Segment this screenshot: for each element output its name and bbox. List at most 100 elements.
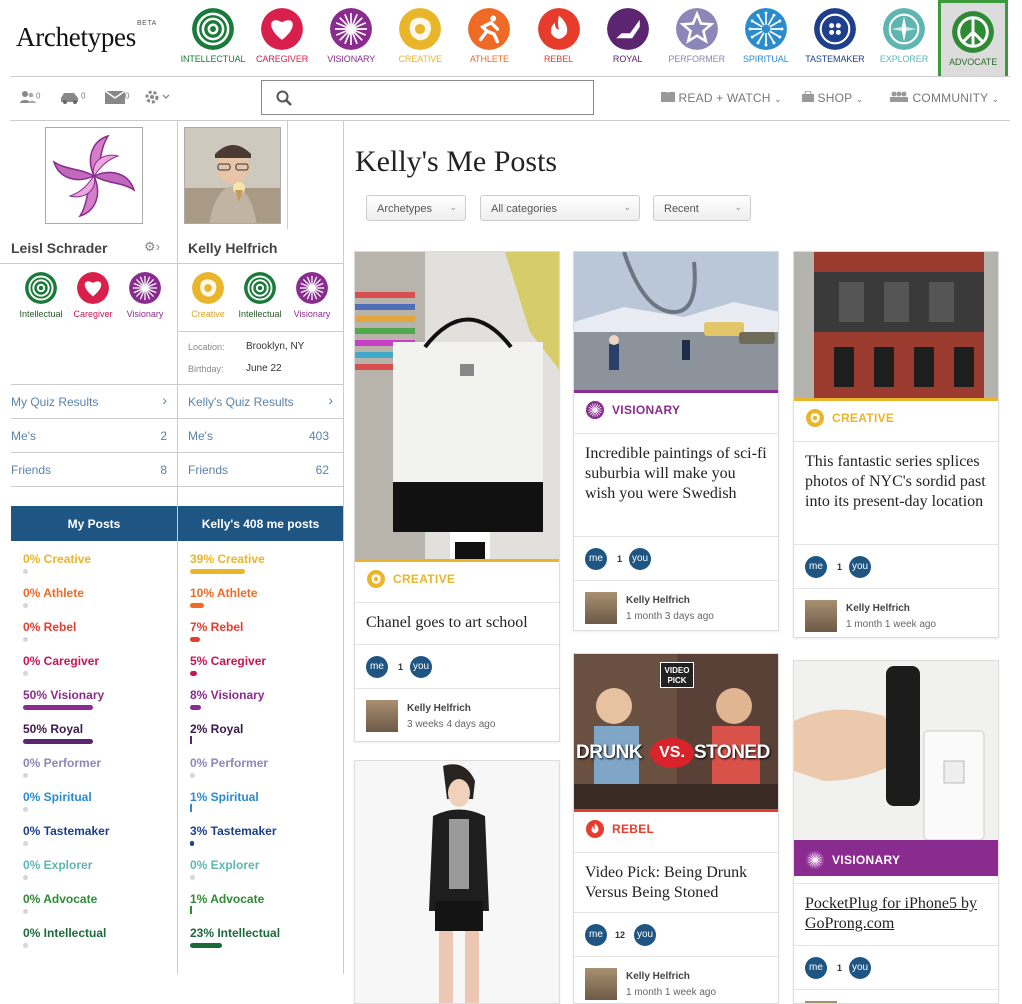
post-card[interactable]: VISIONARY PocketPlug for iPhone5 by GoPr… bbox=[793, 660, 999, 1004]
you-button[interactable]: you bbox=[634, 924, 656, 946]
archetype-royal[interactable]: ROYAL bbox=[593, 0, 663, 76]
archetype-tastemaker[interactable]: TASTEMAKER bbox=[800, 0, 870, 76]
nav-community[interactable]: COMMUNITY ⌄ bbox=[889, 91, 999, 105]
archetype-advocate[interactable]: ADVOCATE bbox=[938, 0, 1009, 76]
profile-friends-row[interactable]: Friends 62 bbox=[178, 452, 343, 486]
category-filter-dropdown[interactable]: All categories ⌄ bbox=[480, 195, 640, 221]
breakdown-label[interactable]: 0% Explorer bbox=[23, 858, 92, 872]
search-icon[interactable] bbox=[276, 90, 292, 106]
author-name[interactable]: Kelly Helfrich bbox=[626, 595, 690, 606]
breakdown-label[interactable]: 0% Caregiver bbox=[23, 654, 99, 668]
me-button[interactable]: me bbox=[585, 548, 607, 570]
breakdown-label[interactable]: 0% Athlete bbox=[23, 586, 84, 600]
breakdown-label[interactable]: 23% Intellectual bbox=[190, 926, 280, 940]
my-avatar[interactable] bbox=[45, 127, 143, 224]
my-mes-row[interactable]: Me's 2 bbox=[11, 418, 177, 452]
author-name[interactable]: Kelly Helfrich bbox=[407, 703, 471, 714]
car-icon[interactable]: 0 bbox=[59, 90, 85, 107]
breakdown-label[interactable]: 0% Intellectual bbox=[23, 926, 106, 940]
my-name[interactable]: Leisl Schrader bbox=[11, 240, 108, 256]
archetype-visionary[interactable]: VISIONARY bbox=[316, 0, 386, 76]
breakdown-label[interactable]: 0% Rebel bbox=[23, 620, 76, 634]
archetype-intellectual[interactable]: INTELLECTUAL bbox=[178, 0, 248, 76]
author-name[interactable]: Kelly Helfrich bbox=[626, 971, 690, 982]
profile-avatar[interactable] bbox=[184, 127, 281, 224]
post-category[interactable]: REBEL bbox=[574, 809, 778, 845]
me-button[interactable]: me bbox=[805, 556, 827, 578]
breakdown-label[interactable]: 5% Caregiver bbox=[190, 654, 266, 668]
post-title-text[interactable]: Video Pick: Being Drunk Versus Being Sto… bbox=[585, 864, 747, 901]
my-quiz-results-link[interactable]: My Quiz Results › bbox=[11, 384, 177, 418]
you-button[interactable]: you bbox=[410, 656, 432, 678]
post-image[interactable] bbox=[794, 252, 998, 398]
breakdown-label[interactable]: 0% Creative bbox=[23, 552, 91, 566]
search-input[interactable] bbox=[300, 87, 585, 109]
archetype-caregiver[interactable]: CAREGIVER bbox=[247, 0, 317, 76]
breakdown-label[interactable]: 3% Tastemaker bbox=[190, 824, 277, 838]
author-avatar[interactable] bbox=[585, 968, 617, 1000]
you-button[interactable]: you bbox=[849, 556, 871, 578]
creative-icon[interactable] bbox=[192, 272, 224, 304]
post-video-thumbnail[interactable]: VIDEO PICK DRUNK VS. STONED bbox=[574, 654, 778, 809]
breakdown-label[interactable]: 0% Spiritual bbox=[23, 790, 92, 804]
search-box[interactable] bbox=[261, 80, 594, 115]
post-title-text[interactable]: This fantastic series splices photos of … bbox=[805, 453, 986, 510]
me-button[interactable]: me bbox=[805, 957, 827, 979]
caregiver-icon[interactable] bbox=[77, 272, 109, 304]
breakdown-label[interactable]: 10% Athlete bbox=[190, 586, 258, 600]
post-title[interactable]: Chanel goes to art school bbox=[355, 602, 559, 644]
breakdown-label[interactable]: 2% Royal bbox=[190, 722, 243, 736]
breakdown-label[interactable]: 50% Royal bbox=[23, 722, 83, 736]
you-button[interactable]: you bbox=[849, 957, 871, 979]
archetype-athlete[interactable]: ATHLETE bbox=[454, 0, 524, 76]
post-image[interactable] bbox=[794, 661, 998, 840]
breakdown-label[interactable]: 1% Advocate bbox=[190, 892, 264, 906]
sort-dropdown[interactable]: Recent ⌄ bbox=[653, 195, 751, 221]
post-title[interactable]: This fantastic series splices photos of … bbox=[794, 441, 998, 544]
breakdown-label[interactable]: 7% Rebel bbox=[190, 620, 243, 634]
archetype-spiritual[interactable]: SPIRITUAL bbox=[731, 0, 801, 76]
profile-posts-header[interactable]: Kelly's 408 me posts bbox=[178, 506, 343, 541]
archetype-performer[interactable]: PERFORMER bbox=[662, 0, 732, 76]
breakdown-label[interactable]: 0% Explorer bbox=[190, 858, 259, 872]
post-card[interactable]: CREATIVE This fantastic series splices p… bbox=[793, 251, 999, 638]
archetype-rebel[interactable]: REBEL bbox=[524, 0, 594, 76]
mail-icon[interactable]: 0 bbox=[104, 90, 129, 107]
archetypes-filter-dropdown[interactable]: Archetypes ⌄ bbox=[366, 195, 466, 221]
visionary-icon[interactable] bbox=[129, 272, 161, 304]
post-card[interactable]: CREATIVE Chanel goes to art school me 1 yo… bbox=[354, 251, 560, 742]
breakdown-label[interactable]: 0% Tastemaker bbox=[23, 824, 110, 838]
site-logo[interactable]: Archetypes bbox=[16, 22, 136, 53]
author-avatar[interactable] bbox=[585, 592, 617, 624]
nav-shop[interactable]: SHOP ⌄ bbox=[802, 90, 863, 105]
you-button[interactable]: you bbox=[629, 548, 651, 570]
author-name[interactable]: Kelly Helfrich bbox=[846, 603, 910, 614]
post-image[interactable] bbox=[355, 761, 559, 1003]
post-category[interactable]: VISIONARY bbox=[794, 840, 998, 876]
breakdown-label[interactable]: 39% Creative bbox=[190, 552, 265, 566]
post-card[interactable]: VIDEO PICK DRUNK VS. STONED REBEL Video … bbox=[573, 653, 779, 1004]
intellectual-icon[interactable] bbox=[244, 272, 276, 304]
profile-settings-gear-icon[interactable]: ⚙› bbox=[144, 239, 160, 255]
breakdown-label[interactable]: 1% Spiritual bbox=[190, 790, 259, 804]
post-title[interactable]: Incredible paintings of sci-fi suburbia … bbox=[574, 433, 778, 536]
post-title[interactable]: Video Pick: Being Drunk Versus Being Sto… bbox=[574, 852, 778, 912]
post-title-text[interactable]: Chanel goes to art school bbox=[366, 614, 528, 631]
post-card[interactable]: VISIONARY Incredible paintings of sci-fi… bbox=[573, 251, 779, 631]
profile-quiz-results-link[interactable]: Kelly's Quiz Results › bbox=[178, 384, 343, 418]
profile-mes-row[interactable]: Me's 403 bbox=[178, 418, 343, 452]
post-card[interactable] bbox=[354, 760, 560, 1004]
post-image[interactable] bbox=[574, 252, 778, 390]
visionary-icon[interactable] bbox=[296, 272, 328, 304]
post-category[interactable]: VISIONARY bbox=[574, 390, 778, 426]
author-avatar[interactable] bbox=[805, 600, 837, 632]
intellectual-icon[interactable] bbox=[25, 272, 57, 304]
author-avatar[interactable] bbox=[366, 700, 398, 732]
post-title-text[interactable]: PocketPlug for iPhone5 by GoProng.com bbox=[805, 895, 977, 932]
my-posts-header[interactable]: My Posts bbox=[11, 506, 177, 541]
archetype-creative[interactable]: CREATIVE bbox=[385, 0, 455, 76]
breakdown-label[interactable]: 50% Visionary bbox=[23, 688, 104, 702]
breakdown-label[interactable]: 8% Visionary bbox=[190, 688, 264, 702]
post-title[interactable]: PocketPlug for iPhone5 by GoProng.com bbox=[794, 883, 998, 945]
settings-gear-icon[interactable] bbox=[145, 90, 171, 107]
